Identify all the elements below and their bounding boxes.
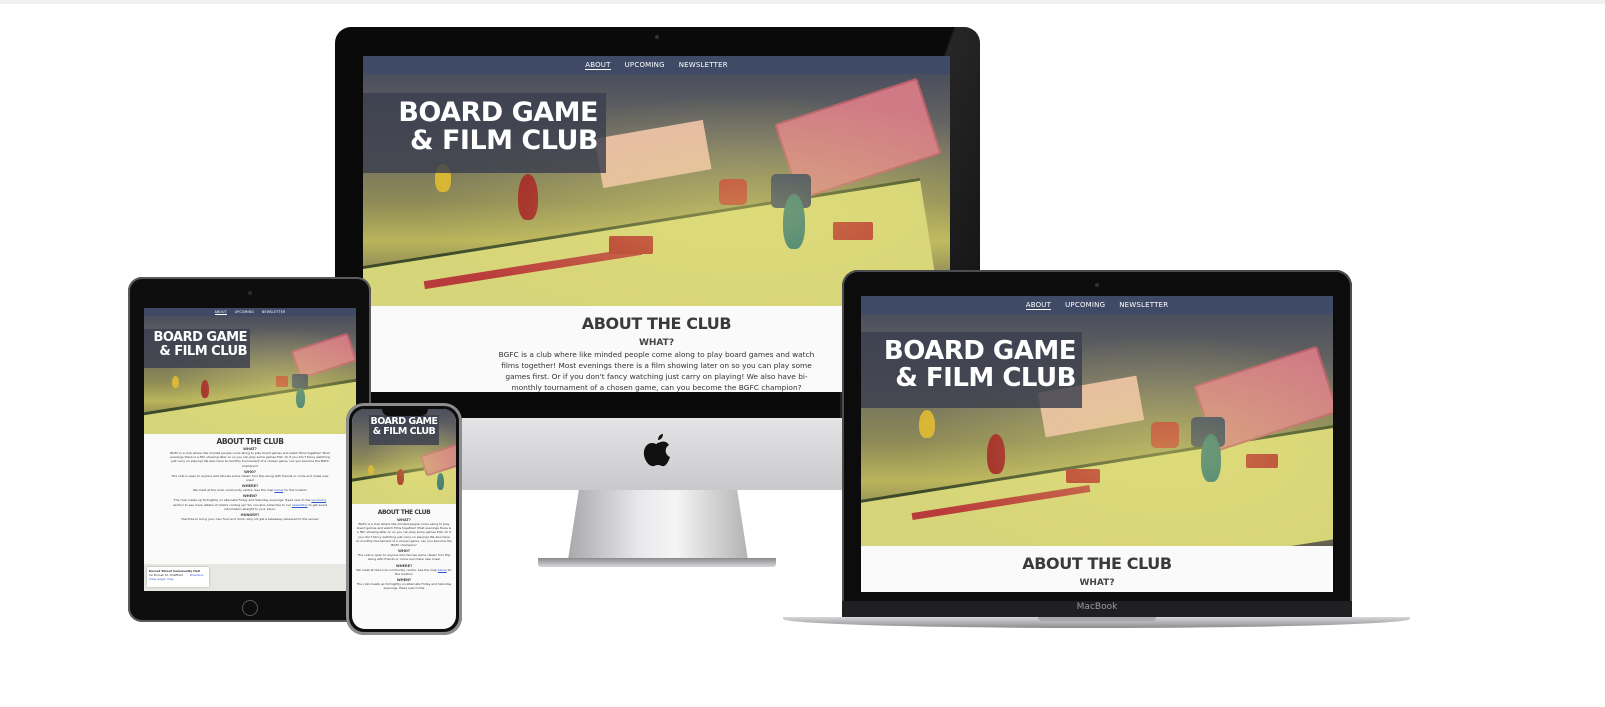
- hero-title-line2: & FILM CLUB: [410, 125, 598, 157]
- hero-title-line1: BOARD GAME: [398, 97, 598, 128]
- nav-about[interactable]: ABOUT: [1025, 301, 1052, 310]
- ipad-camera: [248, 291, 252, 295]
- nav-upcoming[interactable]: UPCOMING: [1065, 301, 1105, 309]
- hero-title-line2: & FILM CLUB: [159, 343, 247, 359]
- hero-title-box: BOARD GAME & FILM CLUB: [144, 329, 250, 368]
- nav-bar: ABOUT UPCOMING NEWSLETTER: [144, 308, 356, 316]
- about-heading: ABOUT THE CLUB: [377, 509, 431, 516]
- macbook-camera: [1095, 283, 1099, 287]
- where-text: We meet at the local community centre. S…: [192, 488, 308, 493]
- hero-image: BOARD GAME & FILM CLUB: [861, 314, 1333, 546]
- macbook-label: MacBook: [1076, 602, 1118, 612]
- nav-bar: ABOUT UPCOMING NEWSLETTER: [363, 56, 950, 74]
- nav-newsletter[interactable]: NEWSLETTER: [262, 310, 285, 314]
- imac-camera: [655, 35, 659, 39]
- about-section: ABOUT THE CLUB WHAT? BGFC is a club wher…: [144, 437, 356, 521]
- about-heading: ABOUT THE CLUB: [1022, 554, 1172, 573]
- who-text: The club is open to anyone who fancies s…: [357, 553, 451, 562]
- ipad-home-button: [242, 600, 258, 616]
- macbook-open-notch: [1038, 617, 1156, 621]
- about-section: ABOUT THE CLUB WHAT? BGFC is a club wher…: [352, 509, 456, 590]
- apple-logo-icon: [643, 434, 670, 467]
- who-text: The club is open to anyone who fancies s…: [171, 473, 329, 482]
- nav-about[interactable]: ABOUT: [585, 61, 611, 70]
- macbook-screen: ABOUT UPCOMING NEWSLETTER BOARD GAME & F…: [861, 296, 1333, 592]
- hero-image: BOARD GAME & FILM CLUB: [352, 409, 456, 504]
- map-link[interactable]: below: [274, 488, 283, 492]
- nav-bar: ABOUT UPCOMING NEWSLETTER: [861, 296, 1333, 314]
- what-text: BGFC is a club where like minded people …: [498, 350, 815, 392]
- nav-newsletter[interactable]: NEWSLETTER: [679, 61, 728, 69]
- top-border: [0, 0, 1605, 4]
- map-info-card: Dorset Street Community Hall 12 Dorset S…: [147, 567, 209, 587]
- hero-title-line2: & FILM CLUB: [895, 363, 1076, 394]
- what-text: BGFC is a club where like minded people …: [170, 451, 330, 468]
- iphone-screen: BOARD GAME & FILM CLUB ABOUT THE CLUB WH…: [352, 409, 456, 629]
- nav-about[interactable]: ABOUT: [214, 310, 227, 315]
- hero-title-line1: BOARD GAME: [153, 330, 247, 345]
- hero-title-box: BOARD GAME & FILM CLUB: [369, 415, 439, 445]
- iphone-notch: [382, 408, 428, 416]
- what-text: BGFC is a club where like minded people …: [356, 522, 452, 547]
- hero-image: BOARD GAME & FILM CLUB: [144, 316, 356, 434]
- hero-title-box: BOARD GAME & FILM CLUB: [363, 93, 606, 173]
- about-section: ABOUT THE CLUB WHAT?: [861, 554, 1333, 588]
- nav-newsletter[interactable]: NEWSLETTER: [1119, 301, 1168, 309]
- when-text: The club meets up fortnightly on alterna…: [172, 498, 328, 511]
- hero-title-line1: BOARD GAME: [883, 336, 1077, 366]
- newsletter-link[interactable]: newsletter: [292, 503, 308, 507]
- nav-upcoming[interactable]: UPCOMING: [625, 61, 665, 69]
- ipad-screen: ABOUT UPCOMING NEWSLETTER BOARD GAME & F…: [144, 308, 356, 591]
- map-directions-link[interactable]: Directions: [190, 573, 203, 577]
- hero-title-box: BOARD GAME & FILM CLUB: [861, 332, 1082, 408]
- imac-stand-base: [538, 558, 776, 567]
- map-larger-link[interactable]: View larger map: [149, 577, 207, 581]
- map-link[interactable]: below: [438, 568, 447, 572]
- location-map[interactable]: Dorset Street Community Hall 12 Dorset S…: [144, 564, 356, 591]
- hungry-text: Feel free to bring your own food and dri…: [181, 516, 319, 521]
- imac-stand: [568, 490, 748, 560]
- nav-upcoming[interactable]: UPCOMING: [235, 310, 254, 314]
- what-heading: WHAT?: [1079, 578, 1115, 588]
- about-heading: ABOUT THE CLUB: [216, 437, 284, 446]
- when-text: The club meets up fortnightly on alterna…: [356, 581, 452, 591]
- hero-title-line2: & FILM CLUB: [372, 425, 436, 437]
- where-text: We meet at the local community centre. S…: [356, 567, 452, 576]
